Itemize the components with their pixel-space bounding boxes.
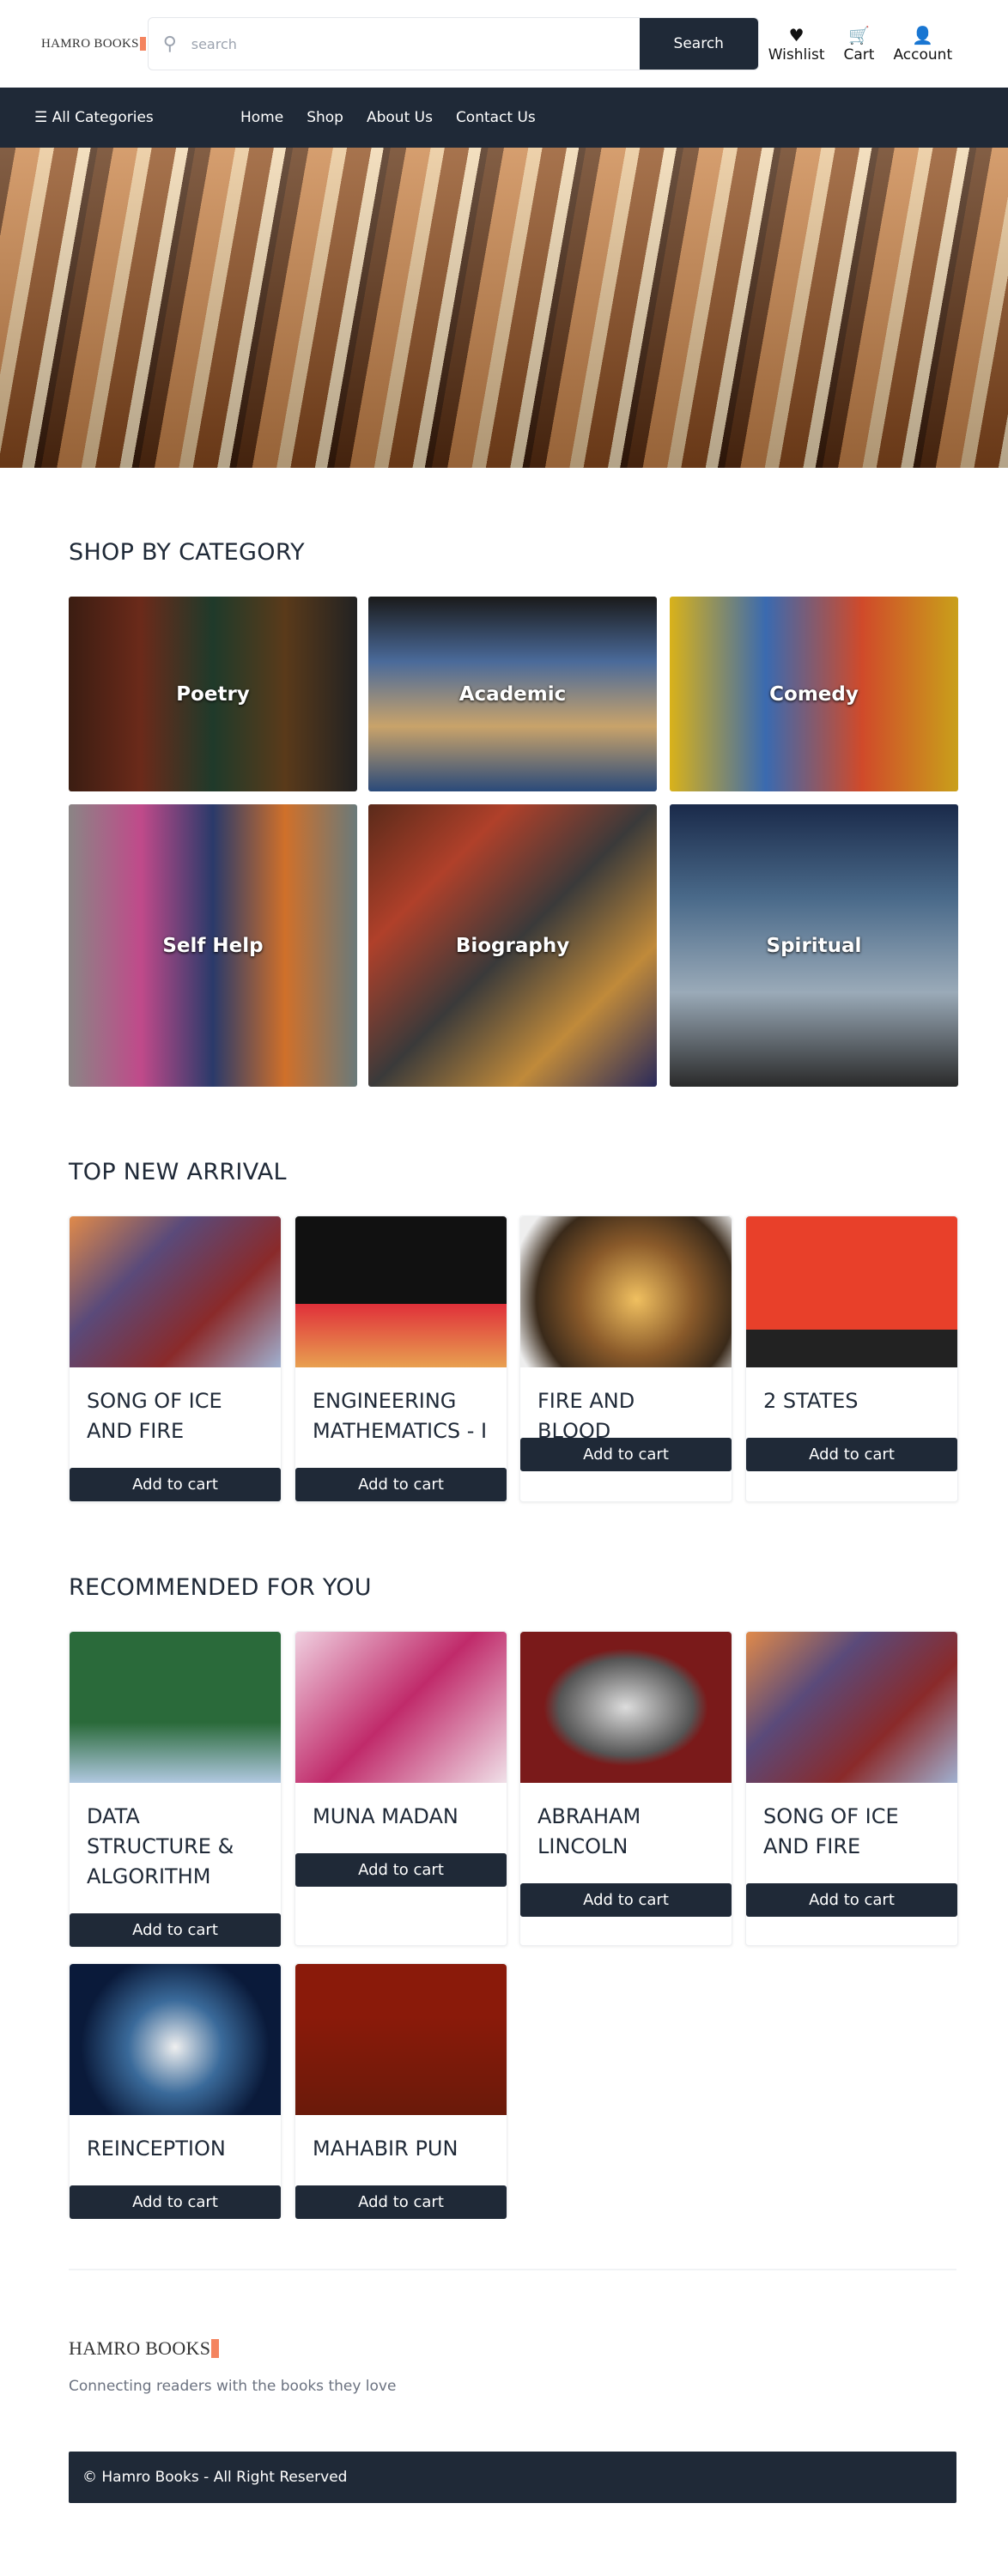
section-title-categories: SHOP BY CATEGORY [69,539,305,566]
cart-icon: 🛒 [848,25,870,45]
product-card[interactable]: MAHABIR PUN Add to cart [295,1963,507,2219]
product-card[interactable]: SONG OF ICE AND FIRE Add to cart [69,1215,282,1502]
footer-logo: HAMRO BOOKS [69,2337,220,2360]
nav-home[interactable]: Home [240,109,283,126]
category-spiritual[interactable]: Spiritual [670,804,958,1087]
add-to-cart-button[interactable]: Add to cart [746,1883,957,1917]
add-to-cart-button[interactable]: Add to cart [70,1913,281,1947]
book-cover [746,1216,957,1367]
book-cover [746,1632,957,1783]
add-to-cart-button[interactable]: Add to cart [746,1438,957,1471]
add-to-cart-button[interactable]: Add to cart [70,1468,281,1501]
book-cover [70,1216,281,1367]
add-to-cart-button[interactable]: Add to cart [295,2185,507,2219]
product-card[interactable]: FIRE AND BLOOD Add to cart [519,1215,732,1502]
book-cover [70,1632,281,1783]
search-icon: ⚲ [162,33,177,55]
search-bar: ⚲ Search [147,17,759,70]
hero-banner [0,148,1008,468]
cart-link[interactable]: 🛒 Cart [835,24,884,64]
category-academic[interactable]: Academic [368,597,657,791]
product-card[interactable]: ABRAHAM LINCOLN Add to cart [519,1631,732,1946]
search-button[interactable]: Search [639,18,758,70]
product-card[interactable]: DATA STRUCTURE & ALGORITHM Add to cart [69,1631,282,1947]
nav-about[interactable]: About Us [367,109,433,126]
footer-tagline: Connecting readers with the books they l… [69,2378,397,2395]
section-title-new-arrival: TOP NEW ARRIVAL [69,1159,287,1185]
nav-bar: ☰ All Categories Home Shop About Us Cont… [0,88,1008,148]
person-icon: 👤 [912,25,934,45]
category-comedy[interactable]: Comedy [670,597,958,791]
heart-icon: ♥ [788,25,805,45]
account-link[interactable]: 👤 Account [884,24,962,64]
nav-shop[interactable]: Shop [307,109,343,126]
add-to-cart-button[interactable]: Add to cart [295,1853,507,1887]
category-self-help[interactable]: Self Help [69,804,357,1087]
wishlist-link[interactable]: ♥ Wishlist [759,24,835,64]
logo-mark [139,37,146,51]
book-cover [520,1216,732,1367]
footer-divider [69,2269,956,2270]
search-input[interactable] [191,18,640,70]
copyright-bar: © Hamro Books - All Right Reserved [69,2452,956,2503]
book-cover [295,1216,507,1367]
book-cover [295,1964,507,2115]
product-card[interactable]: REINCEPTION Add to cart [69,1963,282,2219]
book-cover [295,1632,507,1783]
category-biography[interactable]: Biography [368,804,657,1087]
product-card[interactable]: SONG OF ICE AND FIRE Add to cart [745,1631,958,1946]
header: HAMRO BOOKS ⚲ Search ♥Wishlist 🛒Cart 👤Ac… [0,0,1008,88]
product-card[interactable]: 2 STATES Add to cart [745,1215,958,1502]
add-to-cart-button[interactable]: Add to cart [295,1468,507,1501]
nav-contact[interactable]: Contact Us [456,109,536,126]
add-to-cart-button[interactable]: Add to cart [520,1883,732,1917]
logo[interactable]: HAMRO BOOKS [41,37,146,52]
product-card[interactable]: ENGINEERING MATHEMATICS - I Add to cart [295,1215,507,1502]
section-title-recommended: RECOMMENDED FOR YOU [69,1574,372,1601]
product-card[interactable]: MUNA MADAN Add to cart [295,1631,507,1946]
menu-icon: ☰ [34,109,48,126]
logo-mark [211,2339,220,2358]
add-to-cart-button[interactable]: Add to cart [70,2185,281,2219]
book-cover [70,1964,281,2115]
category-poetry[interactable]: Poetry [69,597,357,791]
book-cover [520,1632,732,1783]
all-categories-button[interactable]: ☰ All Categories [34,109,240,126]
